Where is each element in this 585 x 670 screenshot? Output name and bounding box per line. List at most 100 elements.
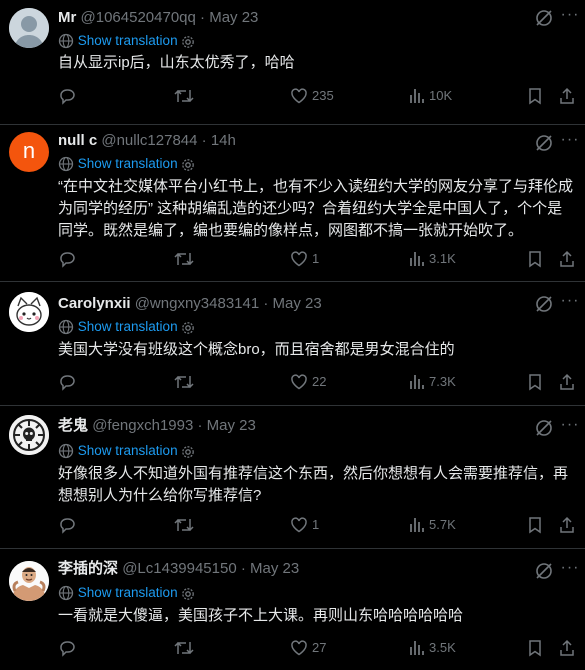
- show-translation-link[interactable]: Show translation: [58, 154, 195, 174]
- grok-icon[interactable]: [534, 561, 554, 581]
- tweet-text-line: 好像很多人不知道外国有推荐信这个东西，然后你想想有人会需要推荐信，再: [58, 465, 569, 482]
- reply-button[interactable]: [58, 85, 80, 107]
- reply-feed: Mr @1064520470qq · May 23 ··· Show trans…: [0, 0, 585, 670]
- grok-icon[interactable]: [534, 294, 554, 314]
- views-button[interactable]: 10K: [409, 85, 452, 107]
- retweet-button[interactable]: [174, 514, 198, 536]
- more-options-icon[interactable]: ···: [559, 417, 581, 438]
- views-button[interactable]: 7.3K: [409, 371, 456, 393]
- reply-icon: [60, 375, 75, 391]
- share-button[interactable]: [558, 514, 576, 536]
- tweet[interactable]: 老鬼 @fengxch1993 · May 23 ··· Show transl…: [0, 406, 585, 549]
- show-translation-label: Show translation: [77, 585, 178, 600]
- retweet-icon: [174, 89, 194, 103]
- user-handle[interactable]: @1064520470qq: [81, 9, 196, 26]
- like-button[interactable]: 27: [290, 637, 326, 659]
- retweet-button[interactable]: [174, 637, 198, 659]
- display-name[interactable]: Mr: [58, 9, 76, 26]
- retweet-button[interactable]: [174, 371, 198, 393]
- show-translation-label: Show translation: [77, 319, 178, 334]
- views-button[interactable]: 3.1K: [409, 248, 456, 270]
- bookmark-icon: [529, 517, 541, 534]
- timestamp[interactable]: May 23: [250, 560, 299, 577]
- show-translation-label: Show translation: [77, 443, 178, 458]
- grok-icon[interactable]: [534, 8, 554, 28]
- bookmark-button[interactable]: [527, 85, 543, 107]
- grok-icon[interactable]: [534, 133, 554, 153]
- like-count: 1: [312, 517, 320, 532]
- reply-button[interactable]: [58, 248, 80, 270]
- tweet[interactable]: Mr @1064520470qq · May 23 ··· Show trans…: [0, 0, 585, 125]
- avatar-letter: n: [22, 138, 36, 163]
- like-button[interactable]: 1: [290, 248, 319, 270]
- display-name[interactable]: 老鬼: [58, 417, 88, 434]
- display-name[interactable]: Carolynxii: [58, 295, 131, 312]
- bookmark-button[interactable]: [527, 248, 543, 270]
- globe-icon: [58, 319, 74, 335]
- more-options-icon[interactable]: ···: [559, 132, 581, 153]
- separator-dot: ·: [240, 560, 246, 577]
- retweet-icon: [174, 252, 194, 266]
- like-button[interactable]: 1: [290, 514, 319, 536]
- gear-icon[interactable]: [181, 321, 195, 335]
- gear-icon[interactable]: [181, 445, 195, 459]
- grok-icon[interactable]: [534, 418, 554, 438]
- user-handle[interactable]: @Lc1439945150: [122, 560, 237, 577]
- views-button[interactable]: 5.7K: [409, 514, 456, 536]
- gear-icon[interactable]: [181, 587, 195, 601]
- avatar[interactable]: n: [9, 132, 49, 172]
- bookmark-button[interactable]: [527, 514, 543, 536]
- show-translation-link[interactable]: Show translation: [58, 31, 195, 51]
- user-handle[interactable]: @wngxny3483141: [135, 295, 259, 312]
- show-translation-link[interactable]: Show translation: [58, 317, 195, 337]
- tweet-header: Mr @1064520470qq · May 23: [58, 8, 258, 28]
- bookmark-button[interactable]: [527, 637, 543, 659]
- avatar[interactable]: [9, 292, 49, 332]
- globe-icon: [58, 443, 74, 459]
- like-button[interactable]: 235: [290, 85, 334, 107]
- tweet[interactable]: Carolynxii @wngxny3483141 · May 23 ··· S…: [0, 282, 585, 406]
- retweet-button[interactable]: [174, 248, 198, 270]
- bookmark-icon: [529, 640, 541, 657]
- retweet-button[interactable]: [174, 85, 198, 107]
- bookmark-icon: [529, 374, 541, 391]
- tweet-text: 美国大学没有班级这个概念bro，而且宿舍都是男女混合住的: [58, 339, 578, 361]
- display-name[interactable]: null c: [58, 132, 97, 149]
- timestamp[interactable]: May 23: [209, 9, 258, 26]
- like-button[interactable]: 22: [290, 371, 326, 393]
- share-icon: [560, 87, 574, 104]
- user-handle[interactable]: @nullc127844: [101, 132, 197, 149]
- timestamp[interactable]: May 23: [273, 295, 322, 312]
- muscular-man-icon: [9, 561, 49, 601]
- more-options-icon[interactable]: ···: [559, 560, 581, 581]
- reply-button[interactable]: [58, 637, 80, 659]
- share-button[interactable]: [558, 85, 576, 107]
- show-translation-link[interactable]: Show translation: [58, 441, 195, 461]
- share-button[interactable]: [558, 637, 576, 659]
- retweet-icon: [174, 641, 194, 655]
- tweet-text: “在中文社交媒体平台小红书上，也有不少入读纽约大学的网友分享了与拜伦成 为同学的…: [58, 176, 578, 242]
- reply-button[interactable]: [58, 514, 80, 536]
- gear-icon[interactable]: [181, 158, 195, 172]
- timestamp[interactable]: 14h: [211, 132, 236, 149]
- share-button[interactable]: [558, 371, 576, 393]
- heart-icon: [291, 640, 307, 656]
- avatar[interactable]: [9, 8, 49, 48]
- show-translation-link[interactable]: Show translation: [58, 583, 195, 603]
- bookmark-button[interactable]: [527, 371, 543, 393]
- share-button[interactable]: [558, 248, 576, 270]
- reply-button[interactable]: [58, 371, 80, 393]
- gear-icon[interactable]: [181, 35, 195, 49]
- avatar[interactable]: [9, 415, 49, 455]
- tweet[interactable]: n null c @nullc127844 · 14h ··· Show tra…: [0, 125, 585, 282]
- more-options-icon[interactable]: ···: [559, 293, 581, 314]
- tweet[interactable]: 李插的深 @Lc1439945150 · May 23 ··· Show tra…: [0, 549, 585, 670]
- more-options-icon[interactable]: ···: [559, 7, 581, 28]
- display-name[interactable]: 李插的深: [58, 560, 118, 577]
- reply-icon: [60, 641, 75, 657]
- reply-icon: [60, 89, 75, 105]
- views-button[interactable]: 3.5K: [409, 637, 456, 659]
- timestamp[interactable]: May 23: [207, 417, 256, 434]
- user-handle[interactable]: @fengxch1993: [92, 417, 193, 434]
- avatar[interactable]: [9, 561, 49, 601]
